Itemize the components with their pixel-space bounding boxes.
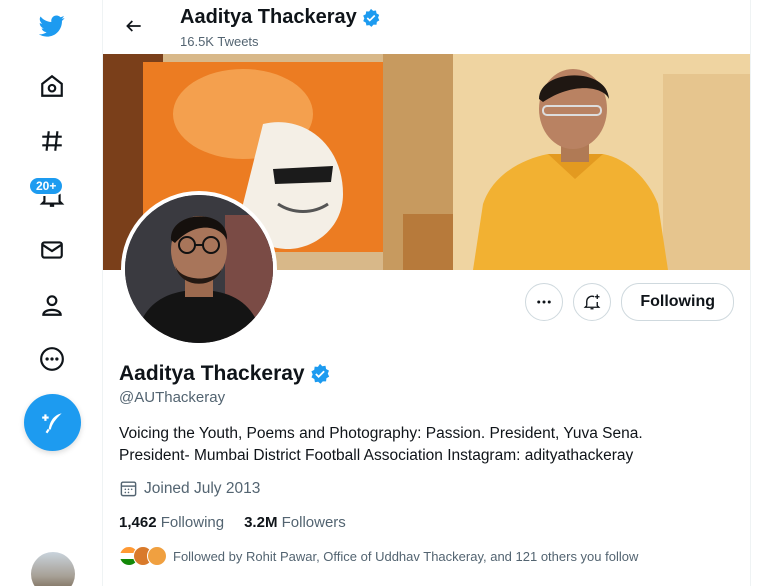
- followers-label: Followers: [281, 514, 346, 531]
- profile-name-text: Aaditya Thackeray: [119, 362, 305, 385]
- more-options-button[interactable]: [525, 283, 564, 321]
- profile-actions: Following: [525, 283, 734, 321]
- more-circle-icon[interactable]: [28, 335, 76, 383]
- following-count: 1,462: [119, 514, 157, 531]
- account-avatar[interactable]: [31, 552, 75, 586]
- profile-header: Aaditya Thackeray 16.5K Tweets: [103, 0, 750, 54]
- mini-avatar: [147, 546, 167, 566]
- tweet-count: 16.5K Tweets: [180, 34, 259, 49]
- profile-bio: Voicing the Youth, Poems and Photography…: [119, 423, 719, 467]
- compose-tweet-button[interactable]: [24, 394, 81, 451]
- followers-link[interactable]: 3.2M Followers: [244, 514, 346, 531]
- more-dots-icon: [537, 300, 552, 304]
- header-name: Aaditya Thackeray: [180, 6, 357, 28]
- twitter-profile-page: 20+ Aaditya Thackeray 16.5K Tweets Follo…: [0, 0, 768, 586]
- back-button[interactable]: [117, 9, 151, 43]
- profile-person-icon[interactable]: [28, 281, 76, 329]
- following-label: Following: [160, 514, 225, 531]
- profile-handle: @AUThackeray: [119, 389, 226, 406]
- followed-by[interactable]: Followed by Rohit Pawar, Office of Uddha…: [119, 546, 638, 566]
- profile-photo: [125, 195, 273, 343]
- bio-line: Voicing the Youth, Poems and Photography…: [119, 425, 643, 442]
- feather-plus-icon: [41, 412, 62, 433]
- following-link[interactable]: 1,462 Following: [119, 514, 224, 531]
- verified-badge-icon: [362, 8, 380, 27]
- notify-button[interactable]: [573, 283, 612, 321]
- followers-count: 3.2M: [244, 514, 278, 531]
- verified-badge-icon: [310, 363, 329, 384]
- twitter-logo-icon[interactable]: [28, 2, 76, 50]
- bio-line: President- Mumbai District Football Asso…: [119, 447, 634, 464]
- following-button[interactable]: Following: [621, 283, 734, 321]
- calendar-icon: [120, 481, 137, 497]
- explore-hashtag-icon[interactable]: [28, 117, 76, 165]
- sidebar-nav: 20+: [0, 0, 104, 586]
- profile-name: Aaditya Thackeray: [119, 362, 331, 386]
- joined-date: Joined July 2013: [119, 479, 260, 498]
- bell-plus-icon: [583, 294, 601, 310]
- profile-avatar[interactable]: [121, 191, 277, 347]
- joined-text: Joined July 2013: [144, 479, 261, 497]
- header-title: Aaditya Thackeray: [180, 6, 381, 29]
- notification-badge: 20+: [28, 176, 65, 196]
- profile-column: Aaditya Thackeray 16.5K Tweets Following…: [102, 0, 751, 586]
- followed-by-text: Followed by Rohit Pawar, Office of Uddha…: [173, 548, 639, 564]
- follow-stats: 1,462 Following 3.2M Followers: [119, 514, 346, 531]
- followers-you-know-avatars: [119, 546, 167, 566]
- messages-mail-icon[interactable]: [28, 226, 76, 274]
- home-icon[interactable]: [28, 62, 76, 110]
- back-arrow-icon: [126, 20, 141, 32]
